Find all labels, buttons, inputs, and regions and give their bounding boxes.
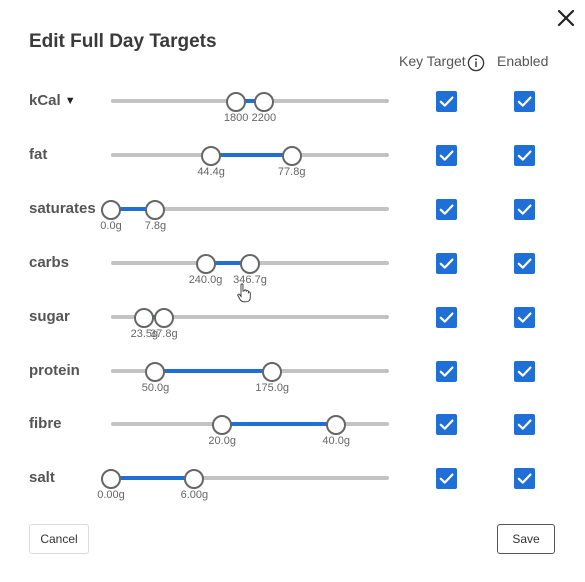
key-target-checkbox[interactable] bbox=[436, 414, 457, 436]
range-slider-max-handle[interactable] bbox=[326, 415, 347, 436]
min-value-label: 0.00g bbox=[97, 489, 125, 502]
range-slider-max-handle[interactable] bbox=[153, 307, 174, 328]
range-slider-track[interactable]: 44.4g 77.8g bbox=[111, 145, 389, 178]
nutrient-label: fat bbox=[29, 145, 48, 163]
dialog-title: Edit Full Day Targets bbox=[29, 31, 217, 52]
range-slider-min-handle[interactable] bbox=[195, 253, 216, 274]
nutrient-label: fibre bbox=[29, 415, 62, 433]
range-slider-min-handle[interactable] bbox=[134, 307, 155, 328]
key-target-header: Key Target bbox=[399, 53, 466, 69]
range-slider-min-handle[interactable] bbox=[226, 92, 247, 112]
max-value-label: 7.8g bbox=[144, 219, 167, 232]
nutrient-label: saturates bbox=[29, 199, 96, 217]
range-slider-fill bbox=[222, 422, 337, 427]
enabled-checkbox[interactable] bbox=[514, 468, 535, 490]
key-target-checkbox[interactable] bbox=[436, 252, 457, 274]
range-slider-max-handle[interactable] bbox=[253, 92, 274, 112]
min-value-label: 44.4g bbox=[197, 165, 225, 178]
nutrient-label: protein bbox=[29, 361, 80, 379]
min-value-label: 20.0g bbox=[208, 435, 236, 448]
max-value-label: 2200 bbox=[251, 112, 277, 124]
caret-down-icon[interactable]: ▼ bbox=[65, 92, 76, 110]
info-icon[interactable] bbox=[467, 54, 485, 72]
max-value-label: 77.8g bbox=[277, 165, 306, 178]
range-slider-min-handle[interactable] bbox=[145, 361, 166, 382]
enabled-checkbox[interactable] bbox=[514, 360, 535, 382]
range-slider-track[interactable]: 23.5g 37.8g bbox=[111, 307, 389, 340]
key-target-checkbox[interactable] bbox=[436, 306, 457, 328]
max-value-label: 6.00g bbox=[180, 489, 209, 502]
nutrient-row: fat 44.4g 77.8g bbox=[0, 144, 585, 186]
enabled-checkbox[interactable] bbox=[514, 252, 535, 274]
range-slider-track[interactable]: 50.0g 175.0g bbox=[111, 361, 389, 394]
key-target-checkbox[interactable] bbox=[436, 360, 457, 382]
enabled-checkbox[interactable] bbox=[514, 306, 535, 328]
range-slider-track[interactable]: 0.00g 6.00g bbox=[97, 469, 389, 501]
nutrient-row: saturates 0.0g 7.8g bbox=[0, 198, 585, 240]
range-slider-max-handle[interactable] bbox=[184, 469, 205, 490]
range-slider-min-handle[interactable] bbox=[201, 145, 222, 166]
nutrient-row: protein 50.0g 175.0g bbox=[0, 360, 585, 402]
nutrient-row: sugar 23.5g 37.8g bbox=[0, 306, 585, 348]
range-slider-min-handle[interactable] bbox=[212, 415, 233, 436]
min-value-label: 50.0g bbox=[141, 381, 170, 394]
max-value-label: 175.0g bbox=[255, 381, 290, 394]
range-slider-max-handle[interactable] bbox=[240, 253, 260, 274]
save-button[interactable]: Save bbox=[497, 524, 555, 554]
enabled-checkbox[interactable] bbox=[514, 144, 535, 166]
nutrient-row: kCal ▼ 1800 2200 bbox=[0, 91, 585, 132]
nutrient-label: salt bbox=[29, 469, 55, 487]
enabled-header: Enabled bbox=[497, 53, 549, 69]
nutrient-row: salt 0.00g 6.00g bbox=[0, 468, 585, 509]
enabled-checkbox[interactable] bbox=[514, 414, 535, 436]
range-slider-track[interactable]: 1800 2200 bbox=[111, 92, 389, 124]
nutrient-row: carbs 240.0g 346.7g bbox=[0, 252, 585, 294]
max-value-label: 37.8g bbox=[150, 327, 178, 340]
cancel-button[interactable]: Cancel bbox=[29, 524, 89, 554]
range-slider-track[interactable]: 240.0g 346.7g bbox=[111, 253, 389, 286]
range-slider-max-handle[interactable] bbox=[145, 199, 166, 220]
range-slider-min-handle[interactable] bbox=[101, 469, 121, 490]
key-target-checkbox[interactable] bbox=[436, 468, 457, 490]
nutrient-row: fibre 20.0g 40.0g bbox=[0, 414, 585, 455]
range-slider-fill bbox=[111, 476, 195, 481]
enabled-checkbox[interactable] bbox=[514, 91, 535, 112]
max-value-label: 40.0g bbox=[322, 435, 350, 448]
key-target-checkbox[interactable] bbox=[436, 198, 457, 220]
enabled-checkbox[interactable] bbox=[514, 198, 535, 220]
nutrient-label: sugar bbox=[29, 307, 70, 325]
nutrient-label: carbs bbox=[29, 253, 70, 271]
key-target-checkbox[interactable] bbox=[436, 144, 457, 166]
range-slider-fill bbox=[211, 152, 292, 157]
close-icon[interactable] bbox=[556, 8, 576, 28]
range-slider-track[interactable]: 0.0g 7.8g bbox=[100, 199, 389, 232]
range-slider-min-handle[interactable] bbox=[101, 199, 121, 220]
min-value-label: 1800 bbox=[223, 112, 249, 124]
range-slider-track[interactable]: 20.0g 40.0g bbox=[111, 415, 389, 447]
range-slider-max-handle[interactable] bbox=[262, 361, 283, 382]
nutrient-label[interactable]: kCal ▼ bbox=[29, 92, 76, 110]
key-target-checkbox[interactable] bbox=[436, 91, 457, 112]
min-value-label: 0.0g bbox=[100, 219, 122, 232]
min-value-label: 240.0g bbox=[188, 273, 223, 286]
hand-pointer-icon bbox=[237, 283, 251, 303]
range-slider-fill bbox=[155, 368, 273, 373]
range-slider-max-handle[interactable] bbox=[281, 145, 302, 166]
